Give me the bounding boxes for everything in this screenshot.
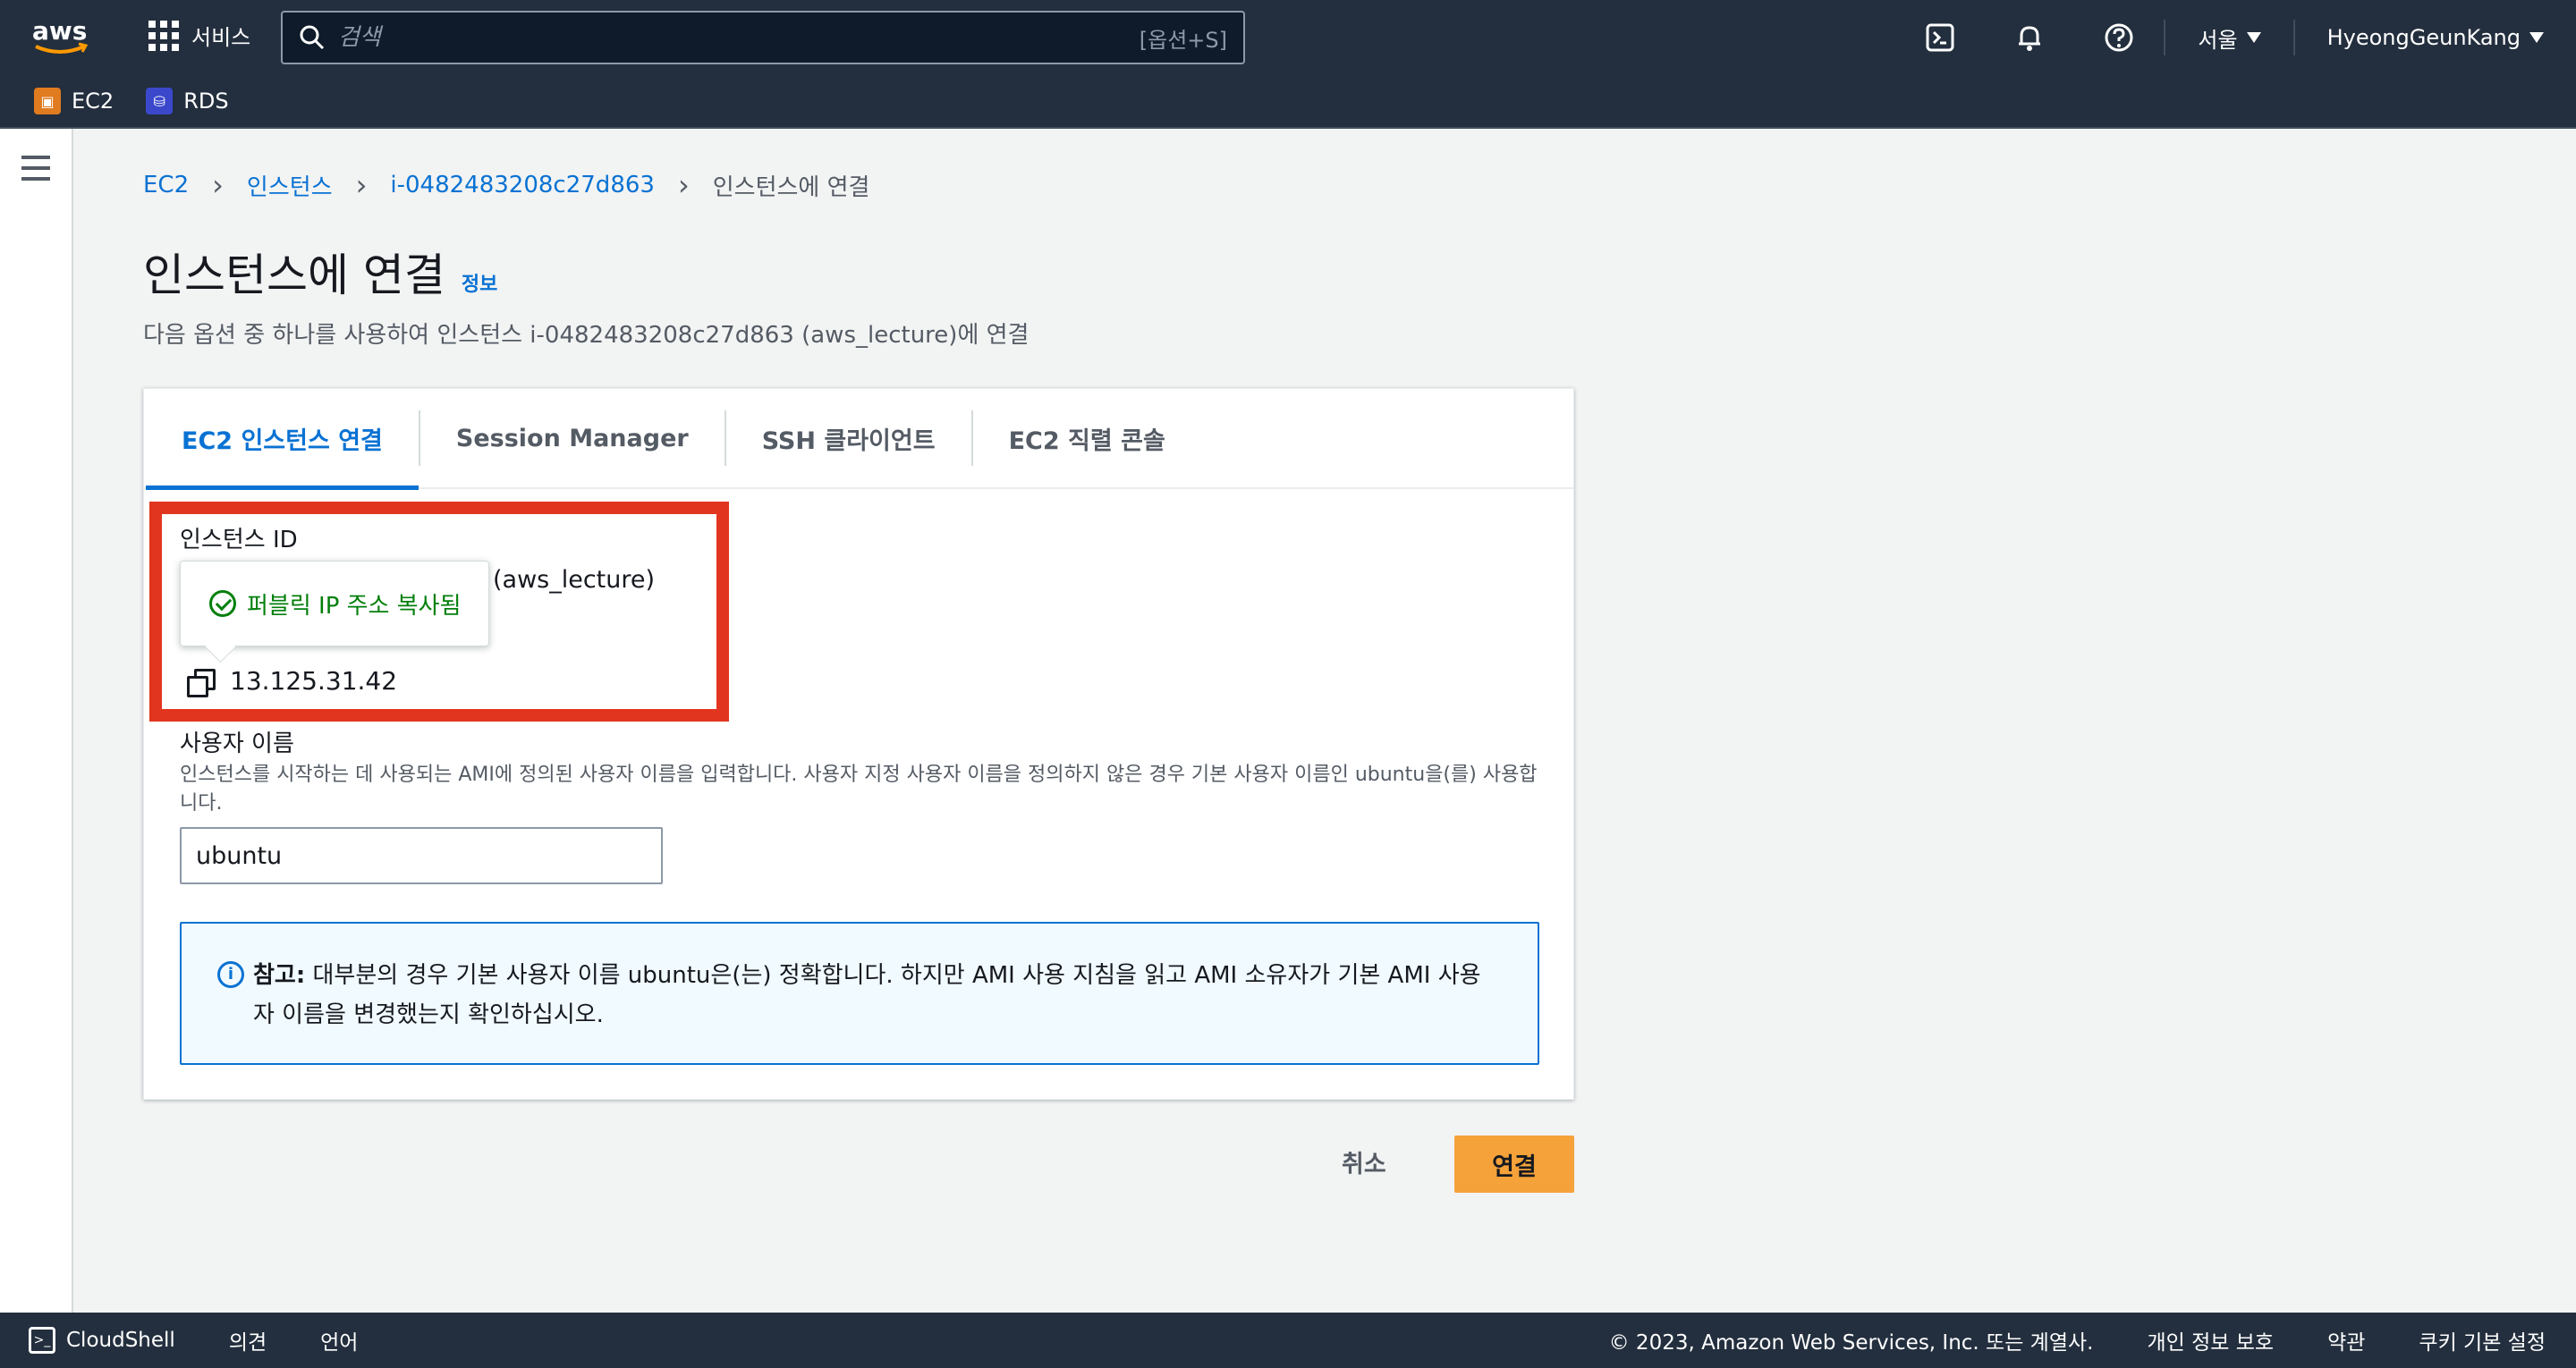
aws-logo[interactable]: aws <box>30 18 89 59</box>
favorite-label: EC2 <box>72 89 114 114</box>
menu-hamburger-icon[interactable] <box>21 156 50 188</box>
notifications-bell-icon[interactable] <box>1985 0 2074 75</box>
footer-feedback[interactable]: 의견 <box>229 1325 267 1355</box>
side-navigation-rail <box>0 129 73 1313</box>
footer-terms[interactable]: 약관 <box>2327 1325 2365 1355</box>
username-label: 사용자 이름 <box>180 730 294 757</box>
chevron-right-icon: › <box>212 168 224 202</box>
rds-service-icon: ⛁ <box>146 88 174 114</box>
favorites-bar: ▣ EC2 ⛁ RDS <box>0 75 2576 129</box>
services-grid-icon <box>148 20 179 51</box>
cloudshell-icon[interactable] <box>1895 0 1985 75</box>
footer-cookies[interactable]: 쿠키 기본 설정 <box>2419 1325 2546 1355</box>
info-alert: i 참고: 대부분의 경우 기본 사용자 이름 ubuntu은(는) 정확합니다… <box>180 922 1539 1065</box>
connect-panel: EC2 인스턴스 연결 Session Manager SSH 클라이언트 EC… <box>143 388 1574 1100</box>
search-input[interactable] <box>338 24 1140 51</box>
favorite-label: RDS <box>183 89 229 114</box>
caret-down-icon <box>2246 32 2261 43</box>
footer-privacy[interactable]: 개인 정보 보호 <box>2147 1325 2274 1355</box>
search-bar[interactable]: [옵션+S] <box>281 11 1245 64</box>
alert-text: 대부분의 경우 기본 사용자 이름 ubuntu은(는) 정확합니다. 하지만 … <box>253 962 1481 1028</box>
breadcrumb-ec2[interactable]: EC2 <box>143 172 189 198</box>
region-label: 서울 <box>2198 27 2238 53</box>
services-menu[interactable]: 서비스 <box>148 20 250 51</box>
top-navigation: aws 서비스 [옵션+S] 서울 HyeongGeunKang <box>0 0 2576 75</box>
footer: >_ CloudShell 의견 언어 © 2023, Amazon Web S… <box>0 1313 2576 1368</box>
cloudshell-icon: >_ <box>29 1327 55 1354</box>
help-icon[interactable] <box>2074 0 2164 75</box>
footer-language[interactable]: 언어 <box>320 1325 358 1355</box>
tab-ssh-client[interactable]: SSH 클라이언트 <box>726 388 971 488</box>
connect-button[interactable]: 연결 <box>1454 1136 1574 1193</box>
info-icon: i <box>217 961 244 988</box>
favorite-rds[interactable]: ⛁ RDS <box>146 88 229 114</box>
username-help-text: 인스턴스를 시작하는 데 사용되는 AMI에 정의된 사용자 이름을 입력합니다… <box>180 764 1538 815</box>
cancel-button[interactable]: 취소 <box>1342 1144 1386 1179</box>
caret-down-icon <box>2529 32 2544 43</box>
chevron-right-icon: › <box>677 168 690 202</box>
ec2-service-icon: ▣ <box>34 88 61 114</box>
account-name: HyeongGeunKang <box>2326 25 2521 50</box>
svg-text:aws: aws <box>32 18 87 46</box>
account-menu[interactable]: HyeongGeunKang <box>2295 0 2576 75</box>
tab-session-manager[interactable]: Session Manager <box>420 388 724 488</box>
annotation-highlight-box <box>149 502 729 722</box>
footer-copyright: © 2023, Amazon Web Services, Inc. 또는 계열사… <box>1608 1331 2094 1355</box>
breadcrumb-current: 인스턴스에 연결 <box>712 173 870 201</box>
chevron-right-icon: › <box>355 168 368 202</box>
footer-cloudshell[interactable]: CloudShell <box>66 1329 175 1352</box>
search-icon <box>300 25 325 50</box>
connection-tabs: EC2 인스턴스 연결 Session Manager SSH 클라이언트 EC… <box>144 388 1573 490</box>
alert-title: 참고: <box>253 962 306 989</box>
region-selector[interactable]: 서울 <box>2165 0 2292 75</box>
breadcrumb-instance-id[interactable]: i-0482483208c27d863 <box>390 172 655 198</box>
services-label: 서비스 <box>191 25 251 50</box>
favorite-ec2[interactable]: ▣ EC2 <box>34 88 114 114</box>
info-link[interactable]: 정보 <box>462 268 497 297</box>
tab-ec2-serial-console[interactable]: EC2 직렬 콘솔 <box>973 388 1201 488</box>
search-shortcut: [옵션+S] <box>1139 27 1227 53</box>
username-input[interactable] <box>180 827 663 884</box>
page-header: 인스턴스에 연결 정보 <box>143 240 497 304</box>
tab-ec2-instance-connect[interactable]: EC2 인스턴스 연결 <box>146 388 419 490</box>
breadcrumb-instances[interactable]: 인스턴스 <box>247 169 333 202</box>
breadcrumb: EC2 › 인스턴스 › i-0482483208c27d863 › 인스턴스에… <box>143 168 869 202</box>
page-title: 인스턴스에 연결 <box>143 249 445 301</box>
page-description: 다음 옵션 중 하나를 사용하여 인스턴스 i-0482483208c27d86… <box>143 322 1030 349</box>
